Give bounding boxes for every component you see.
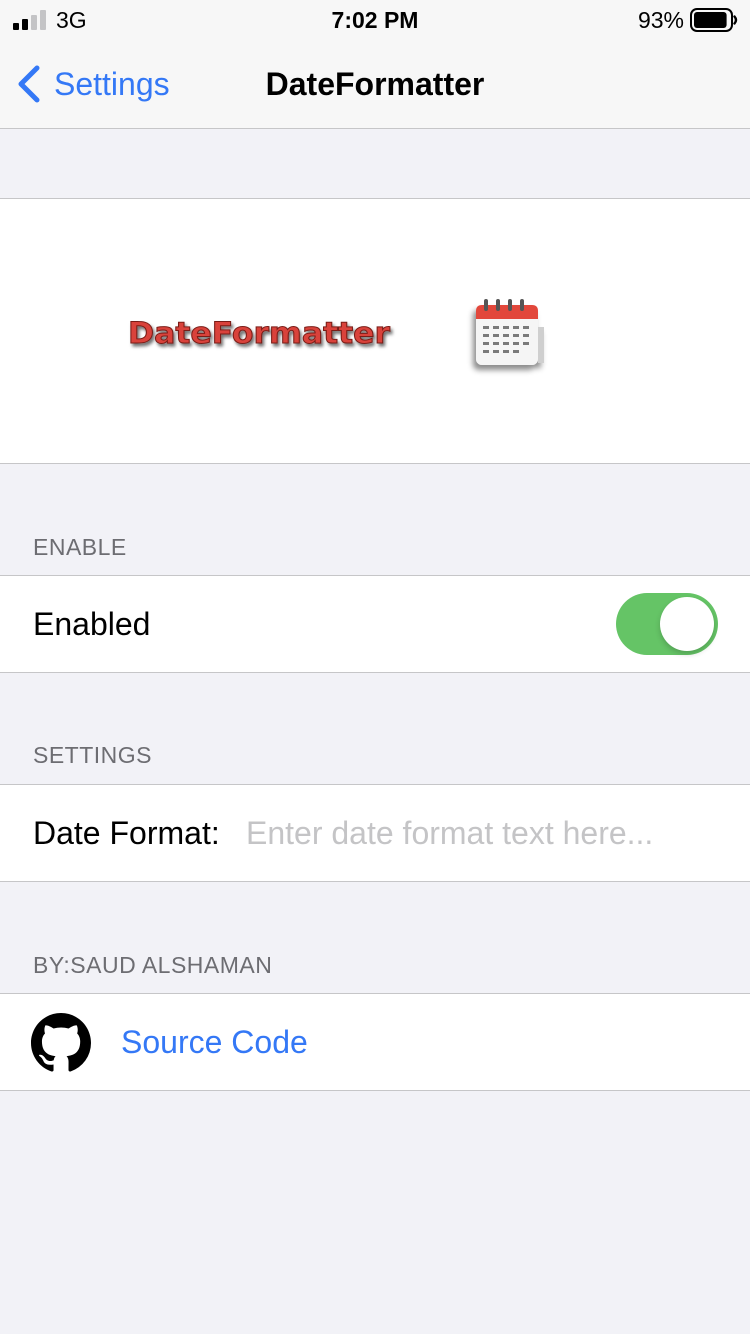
enabled-row: Enabled (0, 575, 750, 673)
toggle-knob (660, 597, 714, 651)
tweak-banner: DateFormatter (0, 198, 750, 464)
section-header-enable: ENABLE (33, 534, 127, 560)
status-bar: 3G 7:02 PM 93% (0, 0, 750, 40)
svg-text:DateFormatter: DateFormatter (128, 316, 391, 350)
source-code-row[interactable]: Source Code (0, 993, 750, 1091)
page-title: DateFormatter (265, 66, 485, 102)
dateformatter-logo: DateFormatter (128, 316, 392, 351)
enabled-label: Enabled (33, 606, 151, 642)
battery-icon (690, 8, 738, 32)
section-header-settings: SETTINGS (33, 742, 153, 768)
battery-percent: 93% (637, 7, 684, 33)
date-format-row: Date Format: (0, 784, 750, 882)
date-format-label: Date Format: (33, 815, 220, 851)
section-header-credits: BY:SAUD ALSHAMAN (33, 952, 273, 978)
enabled-toggle[interactable] (616, 593, 718, 655)
navigation-bar: Settings DateFormatter (0, 40, 750, 129)
date-format-input[interactable] (246, 809, 726, 857)
calendar-icon (476, 299, 544, 365)
source-code-link[interactable]: Source Code (121, 1022, 308, 1062)
github-icon (31, 1013, 91, 1072)
